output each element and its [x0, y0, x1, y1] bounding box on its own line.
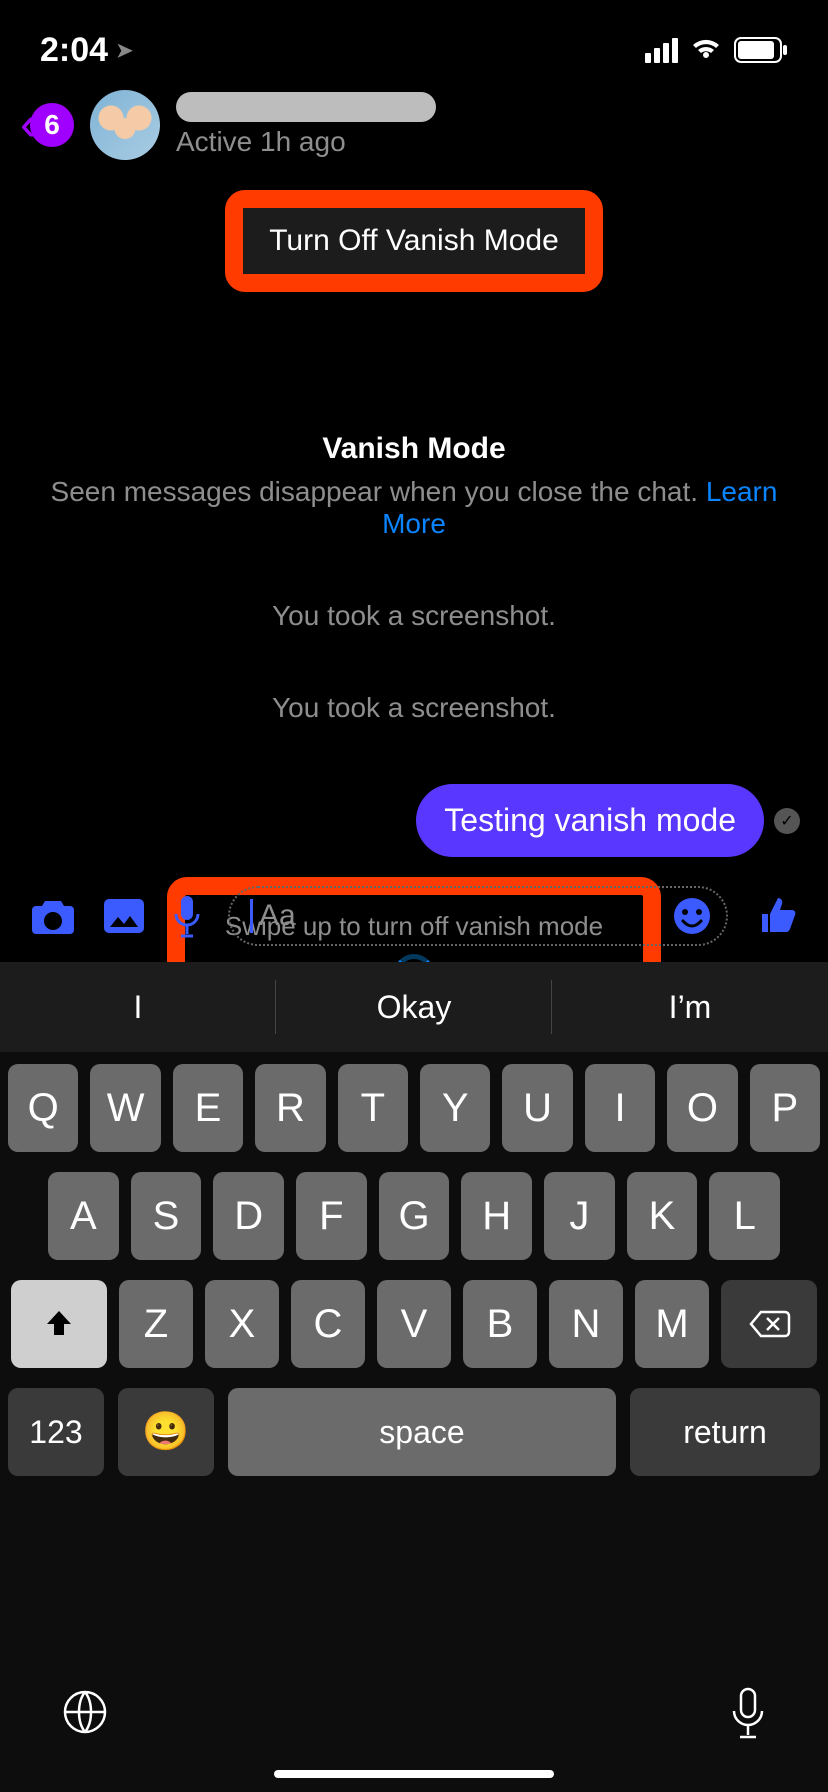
- key-z[interactable]: Z: [119, 1280, 193, 1368]
- annotation-box: Turn Off Vanish Mode: [225, 190, 603, 292]
- suggestion[interactable]: I: [0, 962, 276, 1052]
- like-button[interactable]: [754, 894, 798, 938]
- key-a[interactable]: A: [48, 1172, 119, 1260]
- keyboard: I Okay I’m Q W E R T Y U I O P A S D F G…: [0, 962, 828, 1792]
- status-right: [645, 37, 788, 63]
- active-status: Active 1h ago: [176, 126, 436, 158]
- contact-name-redacted: [176, 92, 436, 122]
- shift-icon: [42, 1307, 76, 1341]
- status-bar: 2:04 ➤: [0, 0, 828, 80]
- dictation-key[interactable]: [728, 1685, 768, 1739]
- key-i[interactable]: I: [585, 1064, 655, 1152]
- space-key[interactable]: space: [228, 1388, 616, 1476]
- key-row: 123 😀 space return: [8, 1388, 820, 1476]
- avatar[interactable]: [90, 90, 160, 160]
- suggestion[interactable]: Okay: [276, 962, 552, 1052]
- key-x[interactable]: X: [205, 1280, 279, 1368]
- key-s[interactable]: S: [131, 1172, 202, 1260]
- message-text: Testing vanish mode: [444, 802, 736, 838]
- text-cursor: [250, 899, 253, 933]
- suggestion[interactable]: I’m: [552, 962, 828, 1052]
- gallery-button[interactable]: [102, 897, 146, 935]
- key-t[interactable]: T: [338, 1064, 408, 1152]
- key-b[interactable]: B: [463, 1280, 537, 1368]
- return-key[interactable]: return: [630, 1388, 820, 1476]
- key-q[interactable]: Q: [8, 1064, 78, 1152]
- vanish-mode-info: Vanish Mode Seen messages disappear when…: [20, 432, 808, 540]
- read-receipt-icon: ✓: [774, 808, 800, 834]
- time-text: 2:04: [40, 31, 108, 70]
- key-v[interactable]: V: [377, 1280, 451, 1368]
- key-f[interactable]: F: [296, 1172, 367, 1260]
- vanish-button-label: Turn Off Vanish Mode: [269, 224, 559, 257]
- contact-info[interactable]: Active 1h ago: [176, 92, 436, 158]
- globe-key[interactable]: [60, 1687, 110, 1737]
- location-arrow-icon: ➤: [116, 38, 133, 63]
- chat-header: ‹ 6 Active 1h ago: [0, 80, 828, 170]
- key-o[interactable]: O: [667, 1064, 737, 1152]
- home-indicator[interactable]: [274, 1770, 554, 1778]
- numbers-key[interactable]: 123: [8, 1388, 104, 1476]
- message-input[interactable]: Aa: [228, 886, 728, 946]
- backspace-key[interactable]: [721, 1280, 817, 1368]
- key-w[interactable]: W: [90, 1064, 160, 1152]
- system-message: You took a screenshot.: [20, 600, 808, 632]
- backspace-icon: [747, 1308, 791, 1340]
- status-time: 2:04 ➤: [40, 31, 133, 70]
- cellular-signal-icon: [645, 38, 678, 63]
- key-h[interactable]: H: [461, 1172, 532, 1260]
- vanish-mode-description: Seen messages disappear when you close t…: [20, 476, 808, 540]
- key-k[interactable]: K: [627, 1172, 698, 1260]
- key-c[interactable]: C: [291, 1280, 365, 1368]
- vanish-mode-title: Vanish Mode: [20, 432, 808, 466]
- key-j[interactable]: J: [544, 1172, 615, 1260]
- key-l[interactable]: L: [709, 1172, 780, 1260]
- turn-off-vanish-button[interactable]: Turn Off Vanish Mode: [243, 208, 585, 274]
- key-p[interactable]: P: [750, 1064, 820, 1152]
- unread-badge: 6: [30, 103, 74, 147]
- camera-button[interactable]: [30, 896, 76, 936]
- key-g[interactable]: G: [379, 1172, 450, 1260]
- key-row: Q W E R T Y U I O P: [8, 1064, 820, 1152]
- system-message: You took a screenshot.: [20, 692, 808, 724]
- key-y[interactable]: Y: [420, 1064, 490, 1152]
- battery-icon: [734, 37, 788, 63]
- suggestion-bar: I Okay I’m: [0, 962, 828, 1052]
- key-row: A S D F G H J K L: [8, 1172, 820, 1260]
- vanish-desc-text: Seen messages disappear when you close t…: [51, 476, 706, 507]
- message-row: Testing vanish mode ✓: [20, 784, 808, 857]
- emoji-button[interactable]: [672, 896, 712, 936]
- emoji-key[interactable]: 😀: [118, 1388, 214, 1476]
- sent-message-bubble[interactable]: Testing vanish mode: [416, 784, 764, 857]
- wifi-icon: [690, 38, 722, 62]
- key-u[interactable]: U: [502, 1064, 572, 1152]
- vanish-button-highlight: Turn Off Vanish Mode: [0, 190, 828, 292]
- key-n[interactable]: N: [549, 1280, 623, 1368]
- key-d[interactable]: D: [213, 1172, 284, 1260]
- message-composer: Aa: [0, 870, 828, 962]
- key-row: Z X C V B N M: [8, 1280, 820, 1368]
- input-placeholder: Aa: [259, 899, 672, 933]
- key-m[interactable]: M: [635, 1280, 709, 1368]
- microphone-button[interactable]: [172, 894, 202, 938]
- key-area: Q W E R T Y U I O P A S D F G H J K L Z: [0, 1052, 828, 1642]
- key-r[interactable]: R: [255, 1064, 325, 1152]
- shift-key[interactable]: [11, 1280, 107, 1368]
- back-button[interactable]: ‹ 6: [20, 101, 74, 149]
- key-e[interactable]: E: [173, 1064, 243, 1152]
